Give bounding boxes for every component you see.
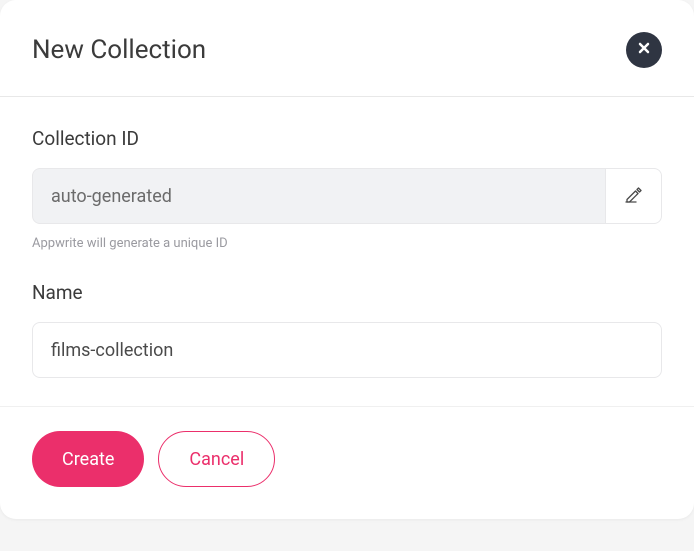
modal-body: Collection ID Appwrite will generate a u…	[0, 97, 694, 406]
new-collection-modal: New Collection Collection ID	[0, 0, 694, 519]
modal-header: New Collection	[0, 0, 694, 97]
close-icon	[638, 42, 650, 58]
close-button[interactable]	[626, 32, 662, 68]
modal-title: New Collection	[32, 35, 206, 65]
collection-id-row	[32, 168, 662, 224]
name-input[interactable]	[32, 322, 662, 378]
collection-id-group: Collection ID Appwrite will generate a u…	[32, 127, 662, 251]
modal-footer: Create Cancel	[0, 406, 694, 519]
cancel-button[interactable]: Cancel	[158, 431, 275, 487]
name-label: Name	[32, 281, 662, 304]
edit-icon	[625, 186, 643, 207]
create-button[interactable]: Create	[32, 431, 144, 487]
collection-id-helper: Appwrite will generate a unique ID	[32, 236, 662, 251]
collection-id-label: Collection ID	[32, 127, 662, 150]
edit-id-button[interactable]	[606, 168, 662, 224]
collection-id-input[interactable]	[32, 168, 606, 224]
name-group: Name	[32, 281, 662, 378]
